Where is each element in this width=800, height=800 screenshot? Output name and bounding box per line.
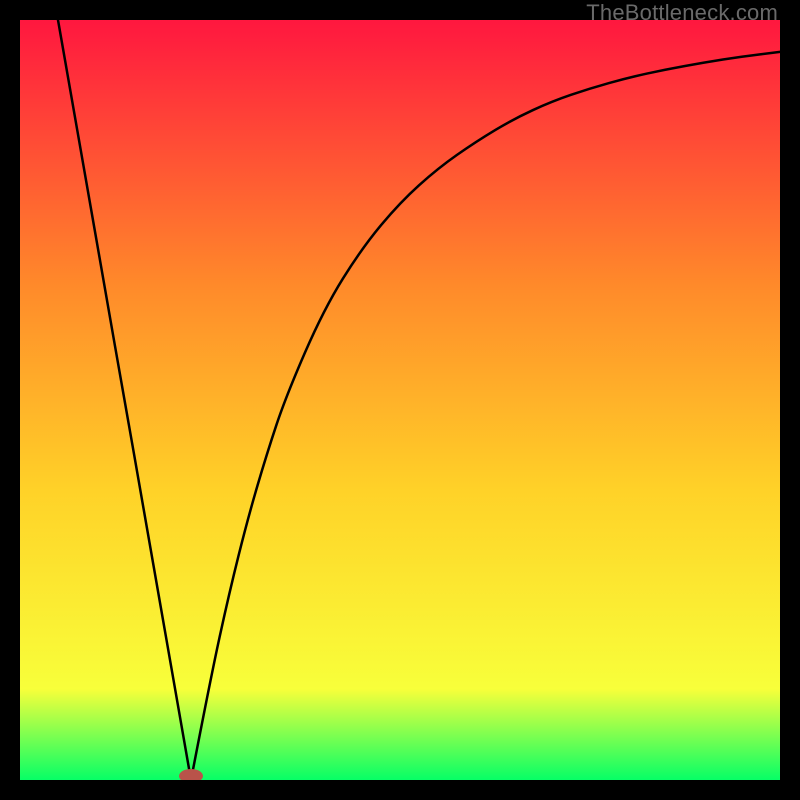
chart-frame bbox=[20, 20, 780, 780]
chart-svg bbox=[20, 20, 780, 780]
gradient-background bbox=[20, 20, 780, 780]
watermark-text: TheBottleneck.com bbox=[586, 0, 778, 26]
